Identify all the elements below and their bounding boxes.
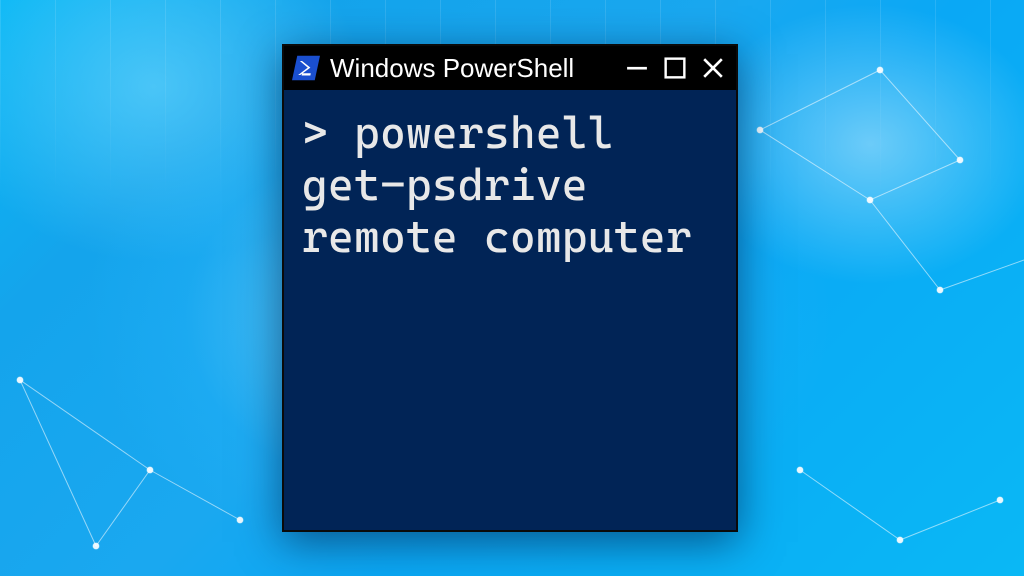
window-title: Windows PowerShell: [330, 53, 612, 84]
maximize-icon: [664, 57, 686, 79]
close-button[interactable]: [698, 53, 728, 83]
prompt-line: > powershell get-psdrive remote computer: [302, 108, 692, 263]
window-controls: [622, 53, 728, 83]
minimize-icon: [626, 57, 648, 79]
window-titlebar[interactable]: Windows PowerShell: [284, 46, 736, 90]
minimize-button[interactable]: [622, 53, 652, 83]
powershell-window[interactable]: Windows PowerShell: [282, 44, 738, 532]
desktop-background: Windows PowerShell: [0, 0, 1024, 576]
maximize-button[interactable]: [660, 53, 690, 83]
close-icon: [702, 57, 724, 79]
powershell-icon: [292, 55, 320, 81]
terminal-area[interactable]: > powershell get-psdrive remote computer: [284, 90, 736, 530]
